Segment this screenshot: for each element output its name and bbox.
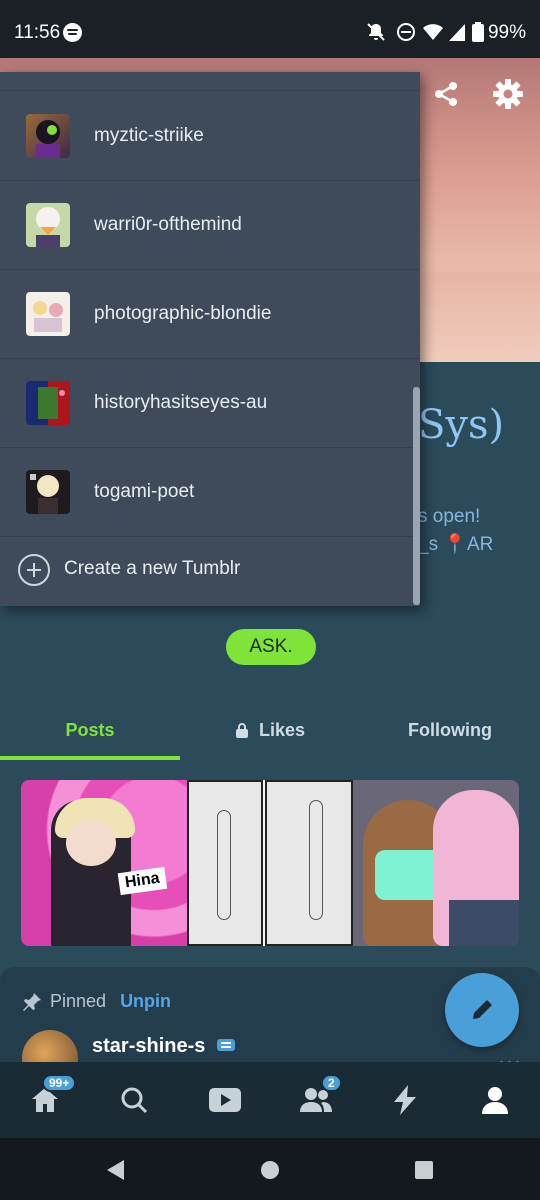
home-button-icon[interactable]	[259, 1159, 281, 1181]
thumbnail-art	[66, 820, 116, 866]
blog-avatar	[26, 203, 70, 247]
lightning-icon	[394, 1085, 416, 1115]
back-icon[interactable]	[104, 1158, 126, 1182]
nav-search[interactable]	[114, 1080, 154, 1120]
blog-avatar-art	[36, 120, 60, 158]
nav-activity[interactable]	[385, 1080, 425, 1120]
blog-name: togami-poet	[94, 481, 195, 502]
sketch-figure	[217, 810, 231, 920]
unpin-button[interactable]: Unpin	[120, 991, 171, 1012]
search-icon	[121, 1087, 148, 1114]
badge-icon	[216, 1039, 235, 1051]
blog-avatar	[26, 292, 70, 336]
share-icon	[435, 82, 457, 106]
lock-icon	[235, 723, 248, 738]
community-badge: 2	[321, 1074, 342, 1092]
profile-tabs: Posts Likes Following	[0, 700, 540, 760]
blog-switcher-menu: myztic-striike warri0r-ofthemind photogr…	[0, 72, 420, 606]
blog-avatar-art	[36, 207, 60, 247]
do-not-disturb-icon	[397, 23, 415, 41]
tab-posts[interactable]: Posts	[0, 700, 180, 760]
profile-icon	[482, 1087, 508, 1114]
video-icon	[209, 1088, 241, 1112]
nav-video[interactable]	[205, 1080, 245, 1120]
status-bar: 11:56 99%	[0, 0, 540, 66]
blog-switcher-item[interactable]: historyhasitseyes-au	[0, 359, 420, 448]
post-grid: Hina	[21, 780, 519, 946]
pin-icon	[23, 992, 41, 1011]
post-thumbnail[interactable]	[187, 780, 353, 946]
blog-description-line: s open!	[418, 506, 481, 527]
create-new-tumblr-item[interactable]: Create a new Tumblr	[0, 535, 420, 606]
pencil-icon	[473, 1000, 492, 1019]
create-new-tumblr-label: Create a new Tumblr	[64, 558, 241, 579]
wifi-icon	[423, 24, 443, 40]
blog-description-line: _s 📍AR	[418, 534, 494, 555]
post-thumbnail[interactable]	[353, 780, 519, 946]
plus-circle-icon	[18, 554, 50, 586]
share-button[interactable]	[426, 74, 466, 114]
bottom-navigation	[0, 1062, 540, 1138]
blog-switcher-item[interactable]: myztic-striike	[0, 92, 420, 181]
blog-description: s open! _s 📍AR	[418, 503, 538, 559]
blog-avatar-art	[33, 301, 63, 332]
tab-active-indicator	[0, 756, 180, 760]
pinned-label: Pinned	[50, 991, 107, 1011]
blog-name: photographic-blondie	[94, 303, 272, 324]
blog-title: Sys)	[418, 402, 505, 448]
blog-avatar	[26, 381, 70, 425]
tab-following-label: Following	[408, 719, 492, 740]
status-time: 11:56	[14, 22, 61, 43]
post-username[interactable]: star-shine-s	[92, 1035, 237, 1058]
blog-avatar	[26, 114, 70, 158]
battery-percentage: 99%	[487, 22, 526, 43]
blog-switcher-item[interactable]	[0, 72, 420, 91]
sketch-figure	[309, 800, 323, 920]
nav-profile[interactable]	[475, 1080, 515, 1120]
tab-likes-label: Likes	[258, 719, 306, 740]
recents-icon[interactable]	[413, 1159, 435, 1181]
battery-icon	[472, 22, 484, 42]
tab-following[interactable]: Following	[360, 700, 540, 760]
blog-switcher-item[interactable]: warri0r-ofthemind	[0, 181, 420, 270]
gear-icon	[493, 79, 523, 109]
blog-avatar	[26, 470, 70, 514]
blog-switcher-item[interactable]: photographic-blondie	[0, 270, 420, 359]
ask-button[interactable]: ASK.	[226, 629, 316, 665]
compose-button[interactable]	[445, 973, 519, 1047]
cell-signal-icon	[449, 24, 465, 41]
settings-button[interactable]	[488, 74, 528, 114]
home-badge: 99+	[42, 1074, 77, 1092]
blog-name: myztic-striike	[94, 125, 204, 146]
blog-switcher-item[interactable]: togami-poet	[0, 448, 420, 537]
blog-avatar-art	[30, 474, 59, 514]
blog-name: historyhasitseyes-au	[94, 392, 268, 413]
thumbnail-art	[449, 900, 519, 946]
tab-posts-label: Posts	[65, 719, 115, 740]
post-thumbnail[interactable]: Hina	[21, 780, 187, 946]
notifications-off-icon	[367, 23, 385, 41]
tab-likes[interactable]: Likes	[180, 700, 360, 760]
pinned-row: Pinned Unpin	[22, 991, 171, 1012]
blog-avatar-art	[38, 381, 70, 425]
post-username-text: star-shine-s	[92, 1035, 206, 1057]
spotify-icon	[63, 23, 82, 42]
blog-name: warri0r-ofthemind	[94, 214, 242, 235]
menu-scrollbar[interactable]	[413, 387, 420, 605]
